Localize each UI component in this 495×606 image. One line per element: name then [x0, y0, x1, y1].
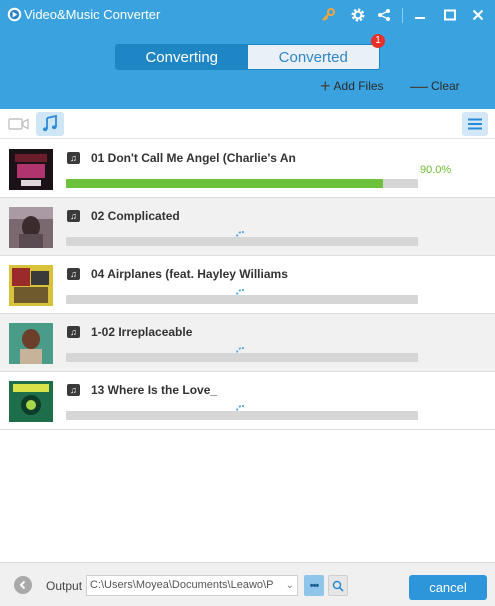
- audio-file-icon: ♫: [67, 326, 80, 338]
- add-files-button[interactable]: + Add Files: [320, 76, 384, 96]
- tab-converted[interactable]: Converted: [247, 45, 379, 69]
- audio-file-icon: ♫: [67, 210, 80, 222]
- clear-label: Clear: [431, 79, 460, 93]
- list-item[interactable]: ♫ 01 Don't Call Me Angel (Charlie's An 9…: [0, 140, 495, 198]
- progress-fill: [66, 179, 383, 188]
- gear-icon[interactable]: [348, 5, 368, 25]
- view-tabs: Converting Converted: [115, 44, 380, 70]
- list-item[interactable]: ♫ 04 Airplanes (feat. Hayley Williams: [0, 256, 495, 314]
- search-icon: [332, 580, 344, 592]
- audio-filter-button[interactable]: [36, 112, 64, 136]
- progress-bar: [66, 411, 418, 420]
- audio-file-icon: ♫: [67, 268, 80, 280]
- progress-percent: 90.0%: [420, 164, 452, 176]
- app-logo-icon: [7, 7, 22, 22]
- tab-converting[interactable]: Converting: [116, 45, 248, 69]
- album-art: [9, 265, 53, 306]
- hamburger-icon: [468, 118, 482, 130]
- progress-bar: [66, 353, 418, 362]
- back-button[interactable]: [14, 576, 32, 594]
- progress-bar: [66, 295, 418, 304]
- maximize-icon[interactable]: [440, 5, 460, 25]
- app-title: Video&Music Converter: [24, 7, 161, 22]
- footer-bar: Output C:\Users\Moyea\Documents\Leawo\P …: [0, 562, 495, 606]
- track-title: 1-02 Irreplaceable: [91, 325, 193, 339]
- chevron-down-icon: ⌄: [285, 580, 294, 591]
- conversion-list: ♫ 01 Don't Call Me Angel (Charlie's An 9…: [0, 140, 495, 430]
- list-menu-button[interactable]: [462, 112, 488, 136]
- cancel-button[interactable]: cancel: [409, 575, 487, 600]
- progress-bar: [66, 237, 418, 246]
- progress-bar: [66, 179, 418, 188]
- list-item[interactable]: ♫ 02 Complicated: [0, 198, 495, 256]
- minimize-icon[interactable]: [410, 5, 430, 25]
- close-icon[interactable]: [468, 5, 488, 25]
- filter-bar: [0, 109, 495, 139]
- video-filter-icon[interactable]: [8, 116, 30, 132]
- track-title: 04 Airplanes (feat. Hayley Williams: [91, 267, 288, 281]
- converted-count-badge: 1: [371, 34, 385, 48]
- audio-file-icon: ♫: [67, 152, 80, 164]
- plus-icon: +: [320, 76, 331, 96]
- audio-file-icon: ♫: [67, 384, 80, 396]
- output-label: Output: [46, 579, 83, 593]
- track-title: 13 Where Is the Love_: [91, 383, 218, 397]
- music-note-icon: [42, 115, 57, 132]
- output-path-select[interactable]: C:\Users\Moyea\Documents\Leawo\P ⌄: [86, 575, 298, 596]
- output-path-value: C:\Users\Moyea\Documents\Leawo\P: [90, 579, 274, 591]
- track-title: 02 Complicated: [91, 209, 180, 223]
- album-art: [9, 381, 53, 422]
- clear-button[interactable]: — Clear: [410, 76, 460, 96]
- key-icon[interactable]: [318, 5, 338, 25]
- album-art: [9, 149, 53, 190]
- list-item[interactable]: ♫ 13 Where Is the Love_: [0, 372, 495, 430]
- titlebar-divider: [402, 8, 403, 23]
- add-files-label: Add Files: [333, 79, 384, 93]
- album-art: [9, 323, 53, 364]
- header: Video&Music Converter Converting Convert…: [0, 0, 495, 109]
- browse-button[interactable]: •••: [304, 575, 324, 596]
- share-icon[interactable]: [374, 5, 394, 25]
- list-item[interactable]: ♫ 1-02 Irreplaceable: [0, 314, 495, 372]
- back-arrow-icon: [19, 580, 26, 590]
- album-art: [9, 207, 53, 248]
- track-title: 01 Don't Call Me Angel (Charlie's An: [91, 151, 296, 165]
- minus-icon: —: [410, 76, 428, 96]
- open-folder-button[interactable]: [328, 575, 348, 596]
- titlebar: Video&Music Converter: [0, 0, 495, 30]
